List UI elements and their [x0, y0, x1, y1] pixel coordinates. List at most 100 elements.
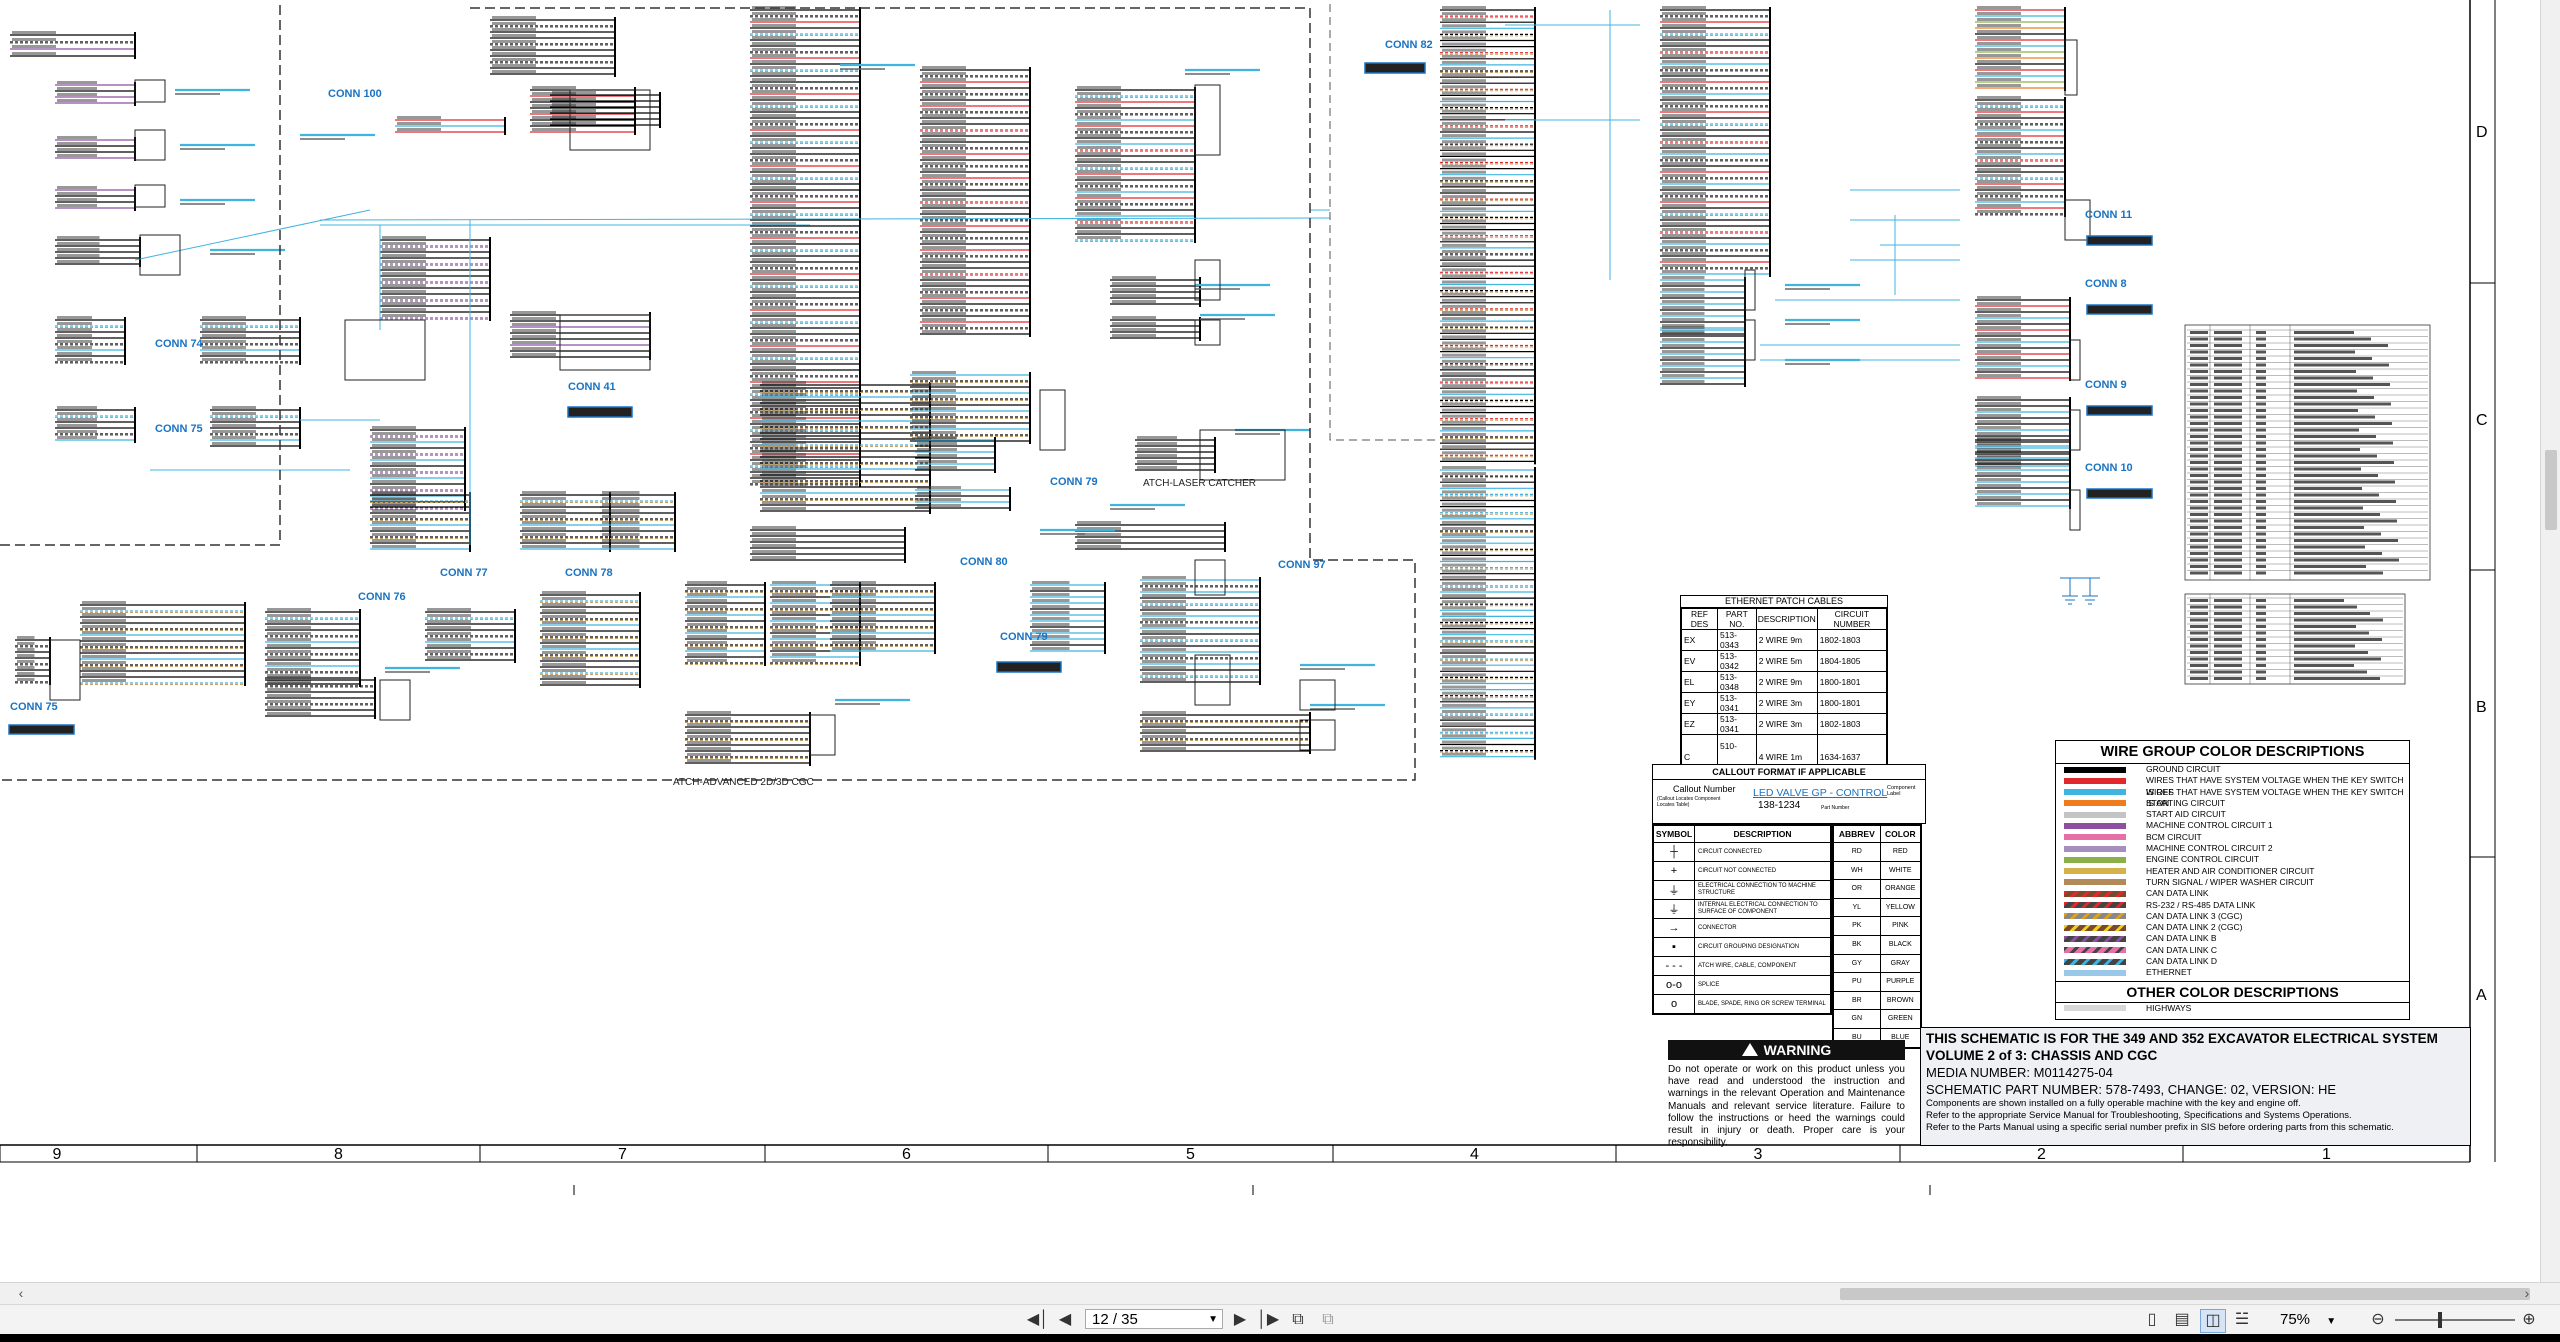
- schematic-part-number: SCHEMATIC PART NUMBER: 578-7493, CHANGE:…: [1926, 1082, 2337, 1097]
- wire-color-row: START AID CIRCUIT: [2056, 809, 2409, 820]
- warning-title: WARNING: [1763, 1042, 1832, 1058]
- zoom-level[interactable]: 75% ▼: [2280, 1309, 2360, 1331]
- wire-color-row: CAN DATA LINK B: [2056, 933, 2409, 944]
- ethernet-header-cell: PART NO.: [1716, 608, 1757, 630]
- abbrev-row: BK BLACK: [1833, 934, 1922, 955]
- callout-number-sub: (Callout Locates Component Locates Table…: [1657, 796, 1721, 808]
- ethernet-cell: EV: [1681, 650, 1718, 672]
- zone-row-label: B: [2476, 699, 2487, 716]
- abbrev-row: WH WHITE: [1833, 860, 1922, 881]
- wire-color-label: MACHINE CONTROL CIRCUIT 1: [2146, 820, 2273, 831]
- ethernet-cell: EL: [1681, 671, 1718, 693]
- zone-column-label: 2: [2037, 1146, 2046, 1163]
- horizontal-scrollbar[interactable]: ‹ ›: [0, 1282, 2560, 1305]
- wire-color-row: TURN SIGNAL / WIPER WASHER CIRCUIT: [2056, 877, 2409, 888]
- vertical-scroll-thumb[interactable]: [2545, 450, 2557, 530]
- abbrev-cell: PU: [1833, 972, 1881, 992]
- wire-color-swatch: [2064, 868, 2126, 875]
- ethernet-header-cell: REF DES: [1681, 608, 1718, 630]
- callout-format-box: CALLOUT FORMAT IF APPLICABLE Callout Num…: [1652, 764, 1926, 824]
- ground-symbol: [2060, 577, 2100, 605]
- zone-column-labels: 987654321: [53, 1146, 2332, 1163]
- ethernet-cell: 1804-1805: [1816, 650, 1888, 672]
- pdf-toolbar: ◀│ ◀ 12 / 35 ▼ ▶ │▶ ⧉ ⧉ ▯ ▤ ◫ ☱ 75% ▼ ⊖ …: [0, 1304, 2560, 1335]
- wire-color-swatch: [2064, 811, 2126, 818]
- last-page-icon[interactable]: │▶: [1256, 1309, 1280, 1331]
- zoom-out-icon[interactable]: ⊖: [2366, 1309, 2390, 1331]
- page-dropdown-icon[interactable]: ▼: [1208, 1310, 1218, 1330]
- wire-color-label: TURN SIGNAL / WIPER WASHER CIRCUIT: [2146, 876, 2314, 887]
- ethernet-cell: 513-0343: [1716, 629, 1757, 651]
- wire-color-swatch: [2064, 800, 2126, 807]
- zoom-slider[interactable]: [2395, 1319, 2515, 1321]
- zone-column-label: 5: [1186, 1146, 1195, 1163]
- scroll-right-icon[interactable]: ›: [2518, 1283, 2536, 1303]
- zoom-slider-knob[interactable]: [2438, 1312, 2442, 1328]
- scroll-left-icon[interactable]: ‹: [12, 1283, 30, 1303]
- next-page-icon[interactable]: ▶: [1228, 1309, 1252, 1331]
- fit-view-icon[interactable]: ⧉: [1316, 1309, 1340, 1331]
- symbol-description: CIRCUIT CONNECTED: [1694, 842, 1831, 862]
- ethernet-row: EX 513-0343 2 WIRE 9m 1802-1803: [1681, 629, 1888, 651]
- zone-row-label: D: [2476, 124, 2488, 141]
- zoom-dropdown-icon[interactable]: ▼: [2326, 1316, 2336, 1327]
- symbol-row: ▪ CIRCUIT GROUPING DESIGNATION: [1653, 937, 1831, 957]
- callout-number-label: Callout Number: [1673, 784, 1736, 794]
- symbol-description: CONNECTOR: [1694, 918, 1831, 938]
- abbrev-row: BR BROWN: [1833, 990, 1922, 1011]
- ref-des-table-rows: [2187, 325, 2428, 684]
- page-number-field[interactable]: 12 / 35 ▼: [1085, 1309, 1223, 1329]
- conn-97-label: CONN 97: [1278, 559, 1326, 571]
- symbol-row: o-o SPLICE: [1653, 975, 1831, 995]
- bottom-edge: [0, 1334, 2560, 1342]
- wire-color-row: RS-232 / RS-485 DATA LINK: [2056, 900, 2409, 911]
- abbrev-cell: BROWN: [1879, 990, 1922, 1011]
- symbol-description: ATCH WIRE, CABLE, COMPONENT: [1694, 956, 1831, 976]
- ethernet-header-cell: CIRCUIT NUMBER: [1816, 608, 1888, 630]
- zone-column-label: 7: [618, 1146, 627, 1163]
- zoom-in-icon[interactable]: ⊕: [2517, 1309, 2541, 1331]
- ethernet-header-cell: DESCRIPTION: [1755, 608, 1818, 630]
- zone-column-label: 9: [53, 1146, 62, 1163]
- callout-part-number-label: Part Number: [1821, 805, 1850, 811]
- ethernet-cell: 513-0342: [1716, 650, 1757, 672]
- two-page-view-icon[interactable]: ◫: [2200, 1309, 2226, 1333]
- other-colors-title: OTHER COLOR DESCRIPTIONS: [2056, 980, 2409, 1003]
- abbrev-cell: BR: [1833, 990, 1881, 1011]
- wire-color-label: ETHERNET: [2146, 967, 2192, 978]
- ethernet-cell: 1800-1801: [1816, 692, 1888, 714]
- lower-page-ticks: [573, 1185, 1931, 1195]
- warning-header: WARNING: [1668, 1040, 1905, 1060]
- wire-color-row: CAN DATA LINK: [2056, 888, 2409, 899]
- ethernet-cell: 2 WIRE 9m: [1755, 629, 1818, 651]
- ethernet-cell: 513-0341: [1716, 713, 1757, 735]
- zone-row-label: C: [2476, 412, 2488, 429]
- wire-color-swatch: [2064, 924, 2126, 931]
- conn-41-label: CONN 41: [568, 381, 616, 393]
- abbrev-cell: WHITE: [1879, 860, 1922, 881]
- single-page-view-icon[interactable]: ▯: [2140, 1309, 2164, 1331]
- continuous-view-icon[interactable]: ▤: [2170, 1309, 2194, 1331]
- previous-page-icon[interactable]: ◀: [1053, 1309, 1077, 1331]
- wire-color-swatch: [2064, 822, 2126, 829]
- first-page-icon[interactable]: ◀│: [1026, 1309, 1050, 1331]
- wire-color-swatch: [2064, 834, 2126, 841]
- title-note-1: Components are shown installed on a full…: [1926, 1098, 2301, 1109]
- wire-color-label: RS-232 / RS-485 DATA LINK: [2146, 899, 2256, 910]
- wire-color-label: CAN DATA LINK C: [2146, 944, 2218, 955]
- vertical-scrollbar[interactable]: [2540, 0, 2560, 1282]
- wire-color-row: ETHERNET: [2056, 967, 2409, 978]
- wire-color-row: WIRES THAT HAVE SYSTEM VOLTAGE WHEN THE …: [2056, 787, 2409, 808]
- scroll-view-icon[interactable]: ☱: [2230, 1309, 2254, 1331]
- wire-color-row: ENGINE CONTROL CIRCUIT: [2056, 854, 2409, 865]
- rotate-view-icon[interactable]: ⧉: [1286, 1309, 1310, 1331]
- title-line-1: THIS SCHEMATIC IS FOR THE 349 AND 352 EX…: [1926, 1031, 2438, 1046]
- callout-component-name: LED VALVE GP - CONTROL: [1753, 787, 1888, 799]
- wire-color-swatch: [2064, 1005, 2126, 1012]
- callout-component-label: Component Label: [1887, 785, 1916, 797]
- symbol-glyph-icon: o: [1653, 994, 1695, 1014]
- ethernet-cell: EZ: [1681, 713, 1718, 735]
- abbrev-cell: WH: [1833, 860, 1881, 881]
- horizontal-scroll-thumb[interactable]: [1840, 1288, 2530, 1300]
- symbol-glyph-icon: ┼: [1653, 842, 1695, 862]
